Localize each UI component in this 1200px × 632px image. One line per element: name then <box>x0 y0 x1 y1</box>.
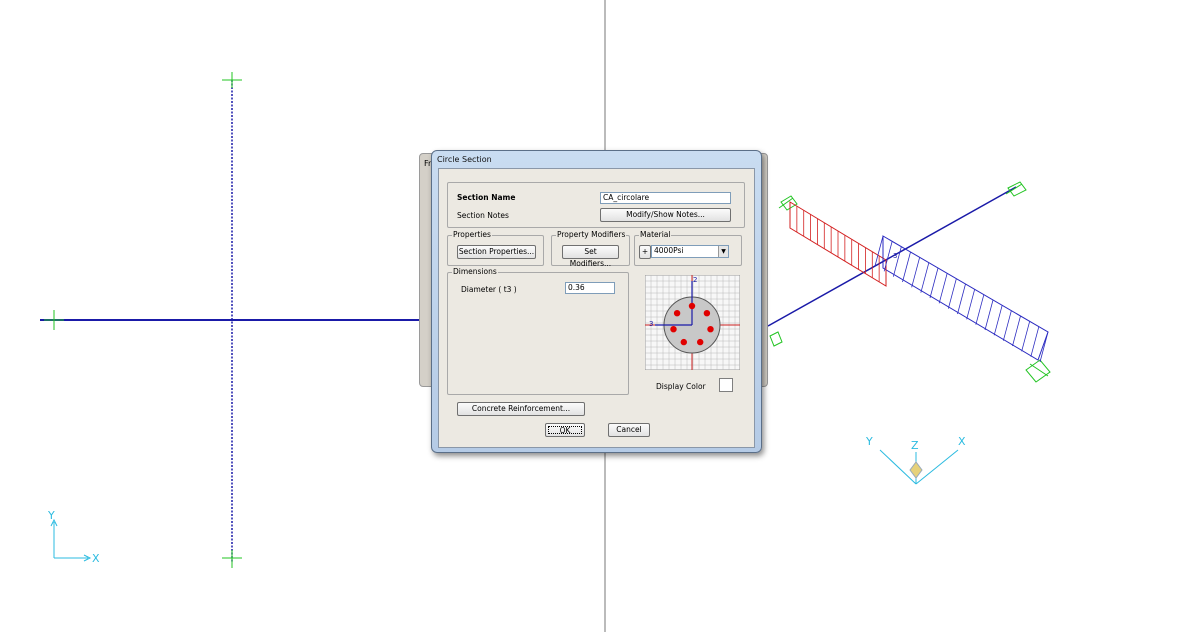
right-axis-triad <box>879 449 959 485</box>
section-notes-label: Section Notes <box>457 211 509 220</box>
material-selected: 4000Psi <box>654 246 684 255</box>
chevron-down-icon[interactable]: ▼ <box>718 246 728 257</box>
properties-legend: Properties <box>452 230 492 239</box>
rebar-dot <box>703 310 711 317</box>
rebar-dot <box>680 338 687 346</box>
moment-hatch-line <box>938 273 948 304</box>
material-select[interactable]: 4000Psi ▼ <box>651 245 729 258</box>
circle-section-dialog[interactable]: Circle Section Section Name CA_circolare… <box>431 150 762 453</box>
moment-hatch-line <box>1002 310 1012 341</box>
moment-hatch <box>789 202 1049 363</box>
moment-hatch-line <box>966 289 976 320</box>
moment-hatch-line <box>947 278 957 309</box>
dialog-client: Section Name CA_circolare Section Notes … <box>438 168 755 448</box>
set-modifiers-button[interactable]: Set Modifiers... <box>562 245 619 268</box>
rebar-dot <box>673 310 681 317</box>
material-legend: Material <box>639 230 672 239</box>
moment-hatch-line <box>1021 321 1031 352</box>
support-markers <box>769 181 1051 383</box>
moment-hatch-line <box>984 299 994 331</box>
cancel-button[interactable]: Cancel <box>608 423 650 437</box>
dimensions-legend: Dimensions <box>452 267 498 276</box>
rebar-dot <box>697 338 704 346</box>
section-name-input[interactable]: CA_circolare <box>600 192 731 204</box>
left-axis-y-label: Y <box>48 509 55 522</box>
moment-diagram-negative <box>882 235 1049 361</box>
section-preview <box>645 275 740 370</box>
section-name-label: Section Name <box>457 193 516 202</box>
rebar-dot <box>707 326 714 333</box>
add-material-button[interactable]: + <box>639 245 651 259</box>
left-axis-x-label: X <box>92 552 100 565</box>
axis-3-label: 3 <box>649 320 654 328</box>
model-viewport[interactable]: Y X Y Z X 3 Fr Circle Section Section Na… <box>0 0 1200 632</box>
properties-group: Properties Section Properties... <box>447 230 544 266</box>
display-color-label: Display Color <box>656 382 706 391</box>
moment-hatch-line <box>902 251 911 283</box>
diameter-input[interactable]: 0.36 <box>565 282 615 294</box>
right-axis-y-label: Y <box>866 435 873 448</box>
section-name-group: Section Name CA_circolare Section Notes … <box>447 182 745 228</box>
dialog-title: Circle Section <box>437 155 492 164</box>
property-modifiers-group: Property Modifiers Set Modifiers... <box>551 230 630 268</box>
moment-hatch-line <box>929 267 939 299</box>
axis-2-label: 2 <box>693 276 698 284</box>
property-modifiers-legend: Property Modifiers <box>556 230 627 239</box>
left-view-model <box>40 72 420 568</box>
right-axis-x-label: X <box>958 435 966 448</box>
modify-notes-button[interactable]: Modify/Show Notes... <box>600 208 731 222</box>
concrete-reinforcement-button[interactable]: Concrete Reinforcement... <box>457 402 585 416</box>
frame-label: 3 <box>893 252 898 260</box>
ok-label: OK <box>548 426 582 435</box>
diameter-label: Diameter ( t3 ) <box>461 285 517 294</box>
moment-hatch-line <box>1030 326 1040 357</box>
left-axis-triad <box>50 518 92 562</box>
right-view-model <box>767 181 1051 485</box>
rebar-dot <box>688 302 696 310</box>
moment-hatch-line <box>920 262 930 293</box>
moment-hatch-line <box>993 305 1003 336</box>
rebar-dot <box>670 326 677 333</box>
moment-hatch-line <box>957 283 966 315</box>
section-properties-button[interactable]: Section Properties... <box>457 245 536 259</box>
ok-button[interactable]: OK <box>545 423 585 437</box>
moment-hatch-line <box>1012 315 1021 347</box>
material-group: Material + 4000Psi ▼ <box>634 230 742 266</box>
display-color-swatch[interactable] <box>719 378 733 392</box>
moment-hatch-line <box>911 257 921 288</box>
moment-hatch-line <box>1039 331 1049 363</box>
diagonal-frame[interactable] <box>767 186 1017 327</box>
right-axis-z-label: Z <box>911 439 919 452</box>
dimensions-group: Dimensions Diameter ( t3 ) 0.36 <box>447 267 629 395</box>
moment-hatch-line <box>975 294 985 325</box>
